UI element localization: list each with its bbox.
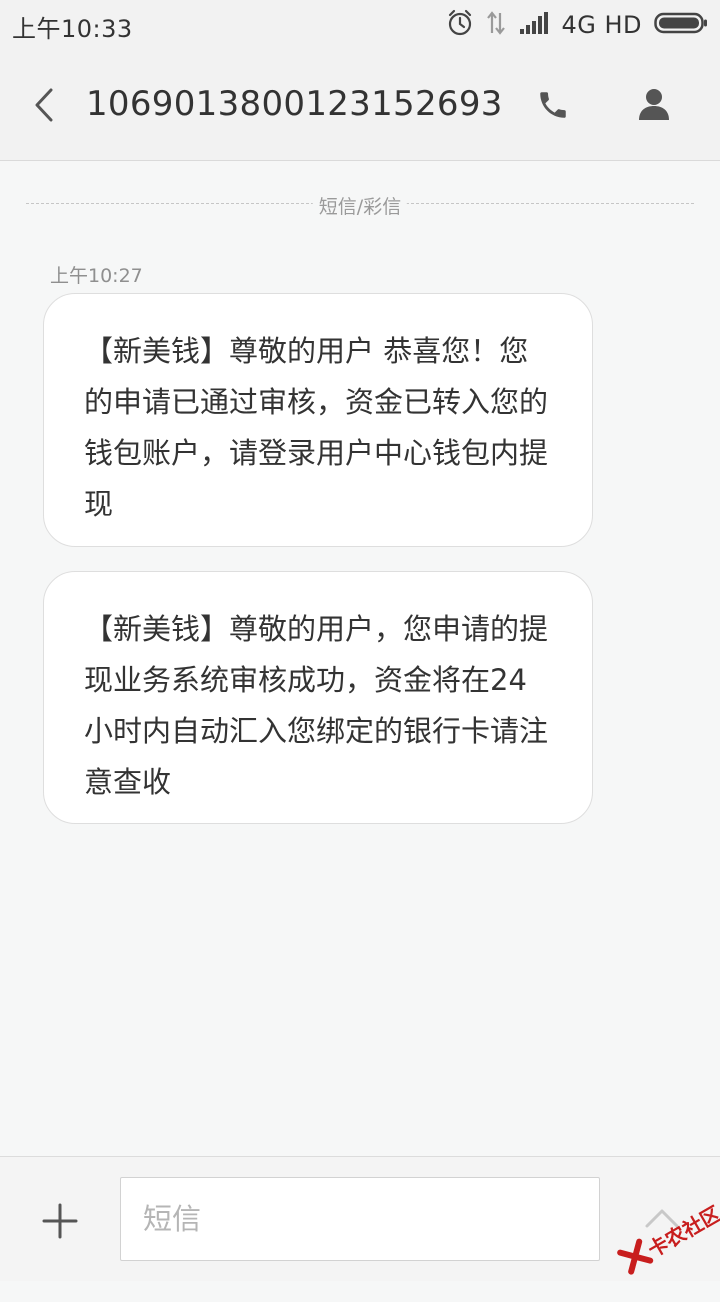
battery-icon [654, 11, 708, 39]
status-bar: 上午10:33 4G HD [0, 0, 720, 50]
conversation-header: 1069013800123152693 [0, 50, 720, 161]
plus-icon [42, 1203, 78, 1239]
composer-bar [0, 1156, 720, 1281]
message-bubble[interactable]: 【新美钱】尊敬的用户，您申请的提现业务系统审核成功，资金将在24小时内自动汇入您… [43, 571, 593, 824]
chevron-left-icon [35, 88, 53, 122]
contact-info-button[interactable] [630, 80, 678, 128]
message-input[interactable] [120, 1177, 600, 1261]
phone-icon [540, 92, 566, 118]
status-time: 上午10:33 [12, 15, 133, 43]
divider-label: 短信/彩信 [312, 192, 408, 219]
message-type-divider: 短信/彩信 [26, 190, 694, 219]
back-button[interactable] [22, 83, 66, 127]
message-timestamp: 上午10:27 [50, 265, 143, 287]
signal-icon [519, 11, 549, 39]
person-icon [639, 89, 669, 120]
data-transfer-icon [485, 9, 507, 41]
network-type: 4G HD [561, 11, 642, 39]
add-attachment-button[interactable] [38, 1199, 82, 1243]
message-bubble[interactable]: 【新美钱】尊敬的用户 恭喜您！您的申请已通过审核，资金已转入您的钱包账户，请登录… [43, 293, 593, 547]
call-button[interactable] [530, 82, 576, 128]
contact-number: 1069013800123152693 [86, 84, 503, 124]
watermark-text: 卡农社区 [643, 1201, 720, 1263]
alarm-icon [447, 9, 473, 41]
status-indicators: 4G HD [447, 8, 708, 42]
